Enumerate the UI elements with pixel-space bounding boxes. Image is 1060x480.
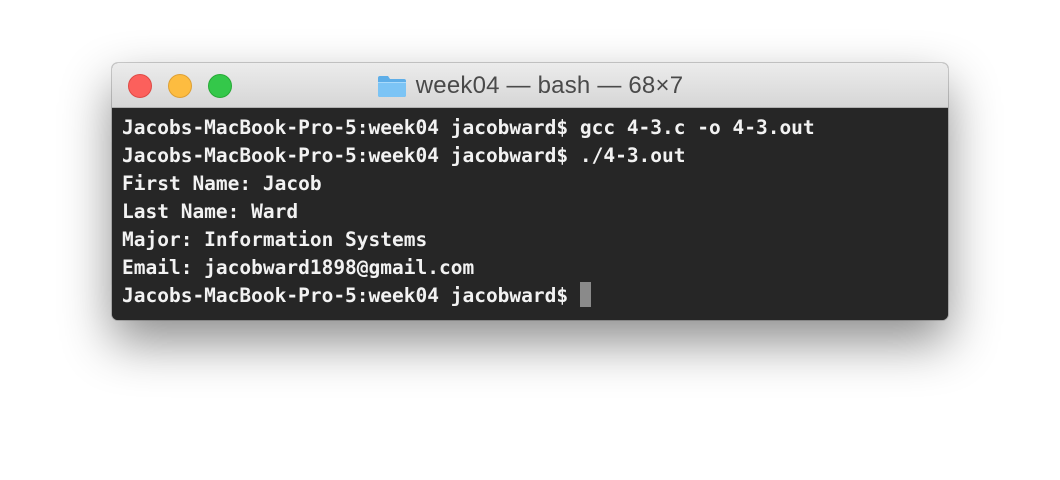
folder-icon: [377, 75, 406, 97]
terminal-window: week04 — bash — 68×7 Jacobs-MacBook-Pro-…: [112, 63, 948, 320]
prompt-text: Jacobs-MacBook-Pro-5:week04 jacobward$: [122, 284, 569, 307]
text-cursor: [580, 282, 592, 307]
terminal-output[interactable]: Jacobs-MacBook-Pro-5:week04 jacobward$ g…: [112, 108, 948, 320]
terminal-line: First Name: Jacob: [122, 172, 322, 195]
window-title: week04 — bash — 68×7: [415, 71, 684, 99]
terminal-line: Jacobs-MacBook-Pro-5:week04 jacobward$ .…: [122, 144, 686, 167]
terminal-line: Jacobs-MacBook-Pro-5:week04 jacobward$ g…: [122, 116, 815, 139]
terminal-line: Email: jacobward1898@gmail.com: [122, 256, 475, 279]
terminal-line: Last Name: Ward: [122, 200, 299, 223]
window-title-group: week04 — bash — 68×7: [112, 63, 948, 108]
prompt-line[interactable]: Jacobs-MacBook-Pro-5:week04 jacobward$: [122, 282, 948, 310]
terminal-line: Major: Information Systems: [122, 228, 428, 251]
title-bar[interactable]: week04 — bash — 68×7: [112, 63, 948, 108]
